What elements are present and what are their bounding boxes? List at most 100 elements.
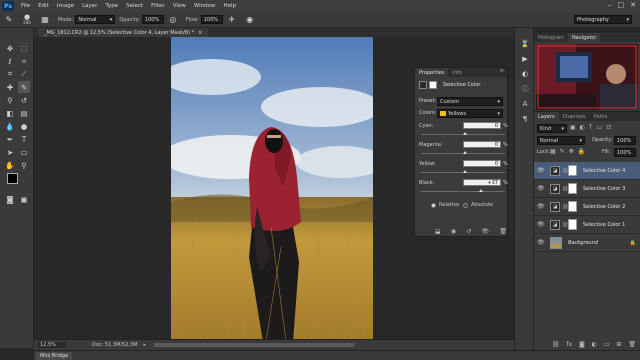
navigator-thumbnail[interactable]	[536, 44, 638, 110]
clip-to-layer-icon[interactable]: ⬓	[435, 228, 441, 235]
new-layer-icon[interactable]: ⊞	[616, 341, 621, 348]
history-icon[interactable]: ⌛	[519, 38, 531, 50]
method-absolute-option[interactable]: Absolute	[463, 202, 493, 208]
layer-opacity-field[interactable]: 100%	[614, 136, 636, 145]
layer-mask-thumbnail[interactable]	[568, 219, 577, 230]
black-field[interactable]: +37	[463, 179, 501, 186]
mask-icon[interactable]: ◙	[579, 341, 585, 348]
menu-file[interactable]: File	[17, 3, 34, 9]
trash-icon[interactable]: 🗑	[628, 341, 636, 348]
zoom-tool-icon[interactable]: ⚲	[18, 159, 30, 171]
brush-tool-preset-icon[interactable]: ✎	[3, 14, 15, 26]
layer-row[interactable]: 👁 Background 🔒	[534, 234, 640, 252]
menu-edit[interactable]: Edit	[34, 3, 53, 9]
close-button[interactable]: ✕	[630, 1, 636, 9]
lock-transparency-icon[interactable]: ▦	[550, 148, 556, 155]
lock-pixels-icon[interactable]: ✎	[560, 148, 565, 155]
document-tab[interactable]: _MG_1812.CR2 @ 12,5% (Selective Color 4,…	[38, 28, 209, 37]
tab-histogram[interactable]: Histogram	[534, 33, 568, 42]
eye-icon[interactable]: 👁	[537, 167, 546, 174]
gradient-tool-icon[interactable]: ▤	[18, 107, 30, 119]
maximize-button[interactable]: □	[618, 1, 625, 9]
zoom-level[interactable]: 12,5%	[38, 342, 66, 348]
tab-navigator[interactable]: Navigator	[567, 33, 601, 42]
healing-tool-icon[interactable]: ✚	[4, 81, 16, 93]
layer-mask-thumbnail[interactable]	[568, 183, 577, 194]
horizontal-scrollbar[interactable]	[154, 343, 354, 347]
menu-filter[interactable]: Filter	[147, 3, 169, 9]
move-tool-icon[interactable]: ✥	[4, 42, 16, 54]
workspace-select[interactable]: Photography ▾	[574, 15, 632, 24]
link-icon[interactable]: ⛓	[552, 341, 560, 348]
pixel-filter-icon[interactable]: ▣	[570, 124, 576, 131]
fx-icon[interactable]: fx	[567, 341, 573, 348]
eye-icon[interactable]: 👁	[537, 185, 546, 192]
eye-icon[interactable]: 👁	[537, 221, 546, 228]
yellow-slider[interactable]	[421, 170, 505, 173]
shape-tool-icon[interactable]: ▭	[18, 146, 30, 158]
smart-object-filter-icon[interactable]: ⊡	[606, 124, 611, 131]
cyan-slider[interactable]	[421, 132, 505, 135]
layer-row[interactable]: 👁 ◪ ⛓ Selective Color 4	[534, 162, 640, 180]
path-select-tool-icon[interactable]: ➤	[4, 146, 16, 158]
screen-mode-icon[interactable]: ▣	[18, 193, 30, 205]
shape-filter-icon[interactable]: ▭	[597, 124, 603, 131]
method-relative-option[interactable]: Relative	[431, 202, 459, 208]
flow-field[interactable]: 100%	[200, 15, 223, 24]
document-canvas-image[interactable]	[171, 37, 373, 341]
blend-mode-select[interactable]: Normal ▾	[537, 136, 585, 145]
type-filter-icon[interactable]: T	[589, 124, 593, 131]
layer-mask-thumbnail[interactable]	[568, 201, 577, 212]
lock-all-icon[interactable]: 🔒	[578, 148, 585, 155]
mask-mode-icon[interactable]	[429, 81, 437, 89]
reset-icon[interactable]: ↺	[466, 228, 471, 235]
view-previous-icon[interactable]: ◉	[451, 228, 456, 235]
layer-row[interactable]: 👁 ◪ ⛓ Selective Color 1	[534, 216, 640, 234]
quick-mask-icon[interactable]: ◙	[4, 193, 16, 205]
pressure-opacity-icon[interactable]: ◎	[167, 14, 179, 26]
menu-layer[interactable]: Layer	[78, 3, 101, 9]
scrollbar-thumb[interactable]	[154, 343, 354, 347]
crop-tool-icon[interactable]: ⌗	[4, 68, 16, 80]
layer-row[interactable]: 👁 ◪ ⛓ Selective Color 2	[534, 198, 640, 216]
blur-tool-icon[interactable]: 💧	[4, 120, 16, 132]
magenta-slider[interactable]	[421, 151, 505, 154]
type-tool-icon[interactable]: T	[18, 133, 30, 145]
magenta-field[interactable]: 0	[463, 141, 501, 148]
actions-icon[interactable]: ▶	[519, 53, 531, 65]
marquee-tool-icon[interactable]: ⬚	[18, 42, 30, 54]
magenta-slider-thumb[interactable]	[463, 151, 467, 154]
opacity-field[interactable]: 100%	[141, 15, 164, 24]
foreground-color-swatch[interactable]	[7, 173, 18, 184]
menu-window[interactable]: Window	[190, 3, 220, 9]
tab-channels[interactable]: Channels	[559, 112, 590, 121]
pressure-size-icon[interactable]: ◉	[244, 14, 256, 26]
black-slider[interactable]	[421, 189, 505, 192]
tab-properties[interactable]: Properties	[415, 68, 449, 77]
layer-filter-select[interactable]: Kind ▾	[537, 124, 567, 133]
brush-size-picker[interactable]: ● 200	[21, 14, 33, 26]
fill-field[interactable]: 100%	[614, 148, 636, 157]
group-icon[interactable]: ▭	[604, 341, 610, 348]
cyan-slider-thumb[interactable]	[463, 132, 467, 135]
visibility-icon[interactable]: 👁	[482, 228, 490, 235]
black-slider-thumb[interactable]	[479, 189, 483, 192]
eyedropper-tool-icon[interactable]: ⟋	[18, 68, 30, 80]
menu-image[interactable]: Image	[53, 3, 78, 9]
mode-select[interactable]: Normal ▾	[75, 15, 116, 24]
info-icon[interactable]: ⓘ	[519, 83, 531, 95]
paragraph-icon[interactable]: ¶	[519, 113, 531, 125]
history-brush-tool-icon[interactable]: ↺	[18, 94, 30, 106]
mini-bridge-tab[interactable]: Mini Bridge	[36, 352, 73, 360]
colors-select[interactable]: Yellows ▾	[437, 109, 503, 118]
pen-tool-icon[interactable]: ✒	[4, 133, 16, 145]
hand-tool-icon[interactable]: ✋	[4, 159, 16, 171]
tab-info[interactable]: Info	[448, 68, 465, 77]
airbrush-icon[interactable]: ✈	[226, 14, 238, 26]
panel-menu-icon[interactable]: ≡	[500, 68, 504, 77]
minimize-button[interactable]: –	[608, 1, 612, 9]
character-icon[interactable]: A	[519, 98, 531, 110]
lasso-tool-icon[interactable]: ℓ	[4, 55, 16, 67]
trash-icon[interactable]: 🗑	[499, 228, 507, 235]
cyan-field[interactable]: 0	[463, 122, 501, 129]
